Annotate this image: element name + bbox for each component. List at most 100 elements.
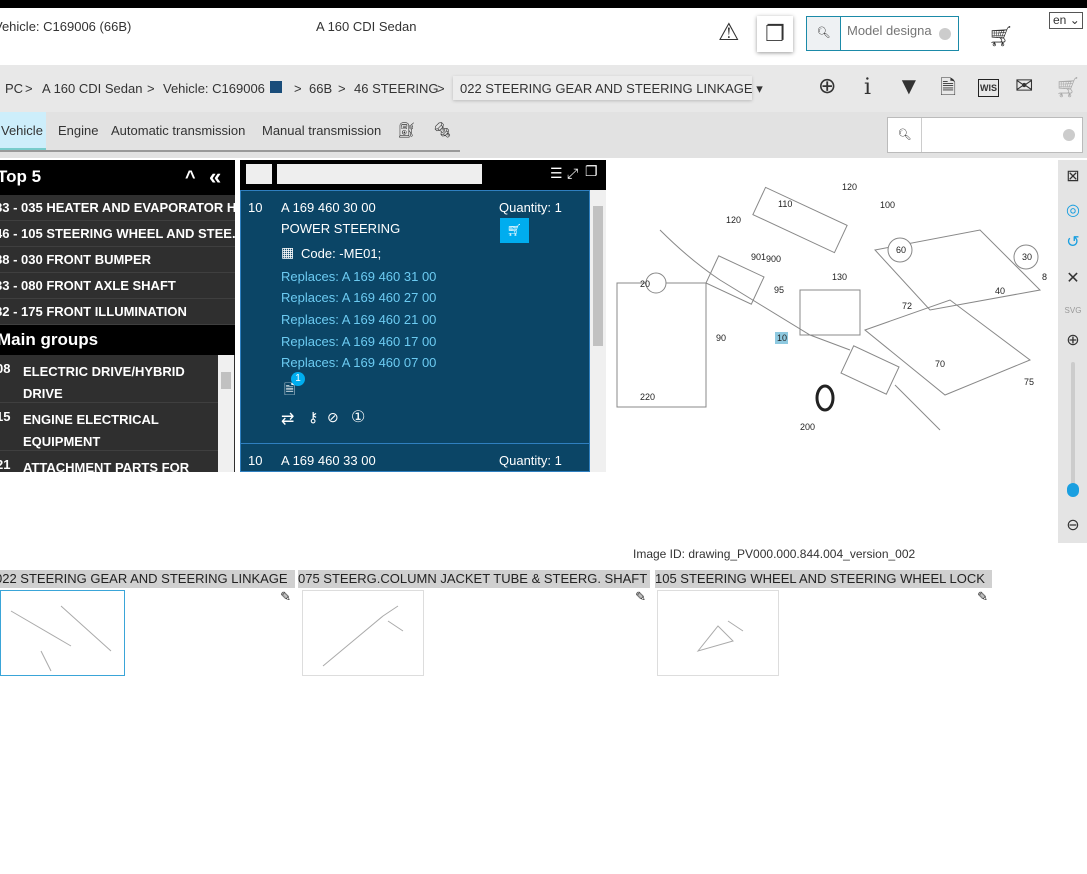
code-table-icon[interactable]: ▦	[281, 244, 294, 261]
scrollbar[interactable]	[590, 190, 606, 472]
paint-icon[interactable]: ⛽︎	[396, 112, 417, 150]
tab-underline	[0, 150, 460, 152]
main-group-item[interactable]: 08ELECTRIC DRIVE/HYBRID DRIVE	[0, 355, 218, 403]
model-search-input[interactable]	[847, 23, 937, 38]
add-to-cart-icon[interactable]: 🛒︎	[988, 24, 1013, 49]
breadcrumb-type[interactable]: 66B	[309, 81, 332, 96]
collapse-icon[interactable]: ^	[185, 160, 196, 194]
parts-search-input[interactable]	[928, 126, 1058, 141]
info-number-icon[interactable]: ①	[351, 407, 365, 427]
callout-110[interactable]: 110	[778, 199, 792, 209]
callout-8[interactable]: 8	[1042, 272, 1047, 282]
replaces-link[interactable]: Replaces: A 169 460 21 00	[281, 312, 436, 327]
main-group-item[interactable]: 15ENGINE ELECTRICAL EQUIPMENT	[0, 403, 218, 451]
callout-30[interactable]: 30	[1022, 252, 1032, 262]
cart-icon[interactable]: 🛒︎	[1055, 75, 1080, 100]
document-alert-icon[interactable]: 🗎	[940, 73, 956, 107]
replaces-link[interactable]: Replaces: A 169 460 31 00	[281, 269, 436, 284]
filter-input-small[interactable]	[246, 164, 272, 184]
breadcrumb-vehicle[interactable]: Vehicle: C169006	[163, 81, 265, 96]
top5-item[interactable]: 46 - 105 STEERING WHEEL AND STEE...	[0, 221, 235, 247]
mail-icon[interactable]: ✉	[1015, 73, 1033, 99]
clear-icon[interactable]	[1063, 129, 1075, 141]
top5-item[interactable]: 83 - 035 HEATER AND EVAPORATOR H...	[0, 195, 235, 221]
breadcrumb-pc[interactable]: PC	[5, 81, 23, 96]
zoom-slider[interactable]	[1071, 362, 1075, 492]
filter-icon[interactable]: ▼	[897, 73, 921, 101]
callout-90[interactable]: 90	[716, 333, 726, 343]
copy-icon[interactable]: ❐	[757, 16, 793, 52]
tab-vehicle[interactable]: Vehicle	[0, 112, 46, 150]
top5-item[interactable]: 33 - 080 FRONT AXLE SHAFT	[0, 273, 235, 299]
exploded-diagram[interactable]: 120 110 100 120 60 901 900 30 95 130 20 40 72 90 10 70 7…	[610, 160, 1058, 445]
callout-60[interactable]: 60	[896, 245, 906, 255]
expand-icon[interactable]: ⤢	[567, 165, 578, 182]
callout-72[interactable]: 72	[902, 301, 912, 311]
thumbnail-steering-column[interactable]	[302, 590, 424, 676]
thumbnail-steering-wheel[interactable]	[657, 590, 779, 676]
no-paint-icon[interactable]: ⊘	[327, 409, 339, 426]
replaces-link[interactable]: Replaces: A 169 460 27 00	[281, 290, 436, 305]
filter-input[interactable]	[277, 164, 482, 184]
replaces-link[interactable]: Replaces: A 169 460 17 00	[281, 334, 436, 349]
replaces-link[interactable]: Replaces: A 169 460 07 00	[281, 355, 436, 370]
hide-panel-icon[interactable]: «	[209, 160, 221, 194]
zoom-out-icon[interactable]: ⊖	[1062, 515, 1084, 537]
key-icon[interactable]: ⚷	[308, 409, 318, 426]
part-name: POWER STEERING	[281, 221, 401, 236]
svg-icon[interactable]: SVG	[1062, 300, 1084, 322]
thumbnail-label[interactable]: 075 STEERG.COLUMN JACKET TUBE & STEERG. …	[298, 570, 650, 604]
callout-220[interactable]: 220	[640, 392, 655, 402]
callout-20[interactable]: 20	[640, 279, 650, 289]
popout-icon[interactable]: ❐	[585, 163, 598, 180]
language-value: en	[1053, 13, 1067, 27]
tab-engine[interactable]: Engine	[57, 112, 99, 150]
thumbnail-label[interactable]: 105 STEERING WHEEL AND STEERING WHEEL LO…	[655, 570, 992, 604]
language-select[interactable]: en ⌄	[1049, 12, 1083, 29]
clear-icon[interactable]	[939, 28, 951, 40]
top5-item[interactable]: 82 - 175 FRONT ILLUMINATION	[0, 299, 235, 325]
callout-75[interactable]: 75	[1024, 377, 1034, 387]
zoom-in-icon[interactable]: ⊕	[1062, 330, 1084, 352]
close-diagram-icon[interactable]: ⊠	[1062, 166, 1084, 188]
breadcrumb-model[interactable]: A 160 CDI Sedan	[42, 81, 142, 96]
wis-icon[interactable]: WIS	[978, 79, 999, 97]
model-search[interactable]: 🔍︎	[806, 16, 959, 51]
history-icon[interactable]: ↺	[1062, 232, 1084, 254]
breadcrumb-group[interactable]: 46 STEERING	[354, 81, 439, 96]
info-icon[interactable]: i	[864, 75, 871, 100]
callout-130[interactable]: 130	[832, 272, 847, 282]
zoom-slider-handle[interactable]	[1067, 483, 1079, 497]
callout-120[interactable]: 120	[842, 182, 857, 192]
bolt-icon[interactable]: 🔩︎	[432, 112, 453, 150]
callout-900[interactable]: 900	[766, 254, 781, 264]
copy-vin-icon[interactable]	[270, 81, 282, 93]
zoom-in-icon[interactable]: ⊕	[818, 73, 836, 99]
interchange-icon[interactable]: ⇄	[281, 409, 294, 429]
callout-70[interactable]: 70	[935, 359, 945, 369]
unpin-icon[interactable]: ✕	[1062, 268, 1084, 290]
callout-95[interactable]: 95	[774, 285, 784, 295]
tab-automatic-transmission[interactable]: Automatic transmission	[110, 112, 246, 150]
warning-icon[interactable]: ⚠	[718, 20, 740, 46]
callout-100[interactable]: 100	[880, 200, 895, 210]
scrollbar[interactable]	[218, 355, 234, 472]
callout-901[interactable]: 901	[751, 252, 766, 262]
top5-item[interactable]: 88 - 030 FRONT BUMPER	[0, 247, 235, 273]
add-to-cart-button[interactable]: 🛒︎	[500, 218, 529, 243]
parts-search[interactable]: 🔍︎	[887, 117, 1083, 153]
part-quantity: Quantity: 1	[499, 453, 562, 468]
thumbnail-label[interactable]: 022 STEERING GEAR AND STEERING LINKAGE ✎	[0, 570, 295, 604]
part-row[interactable]: 10 A 169 460 30 00 POWER STEERING Quanti…	[241, 191, 589, 444]
tab-manual-transmission[interactable]: Manual transmission	[261, 112, 382, 150]
callout-40[interactable]: 40	[995, 286, 1005, 296]
edit-icon: ✎	[280, 589, 291, 604]
main-group-item[interactable]: 21ATTACHMENT PARTS FOR	[0, 451, 218, 472]
subgroup-dropdown[interactable]: 022 STEERING GEAR AND STEERING LINKAGE ▾	[453, 76, 763, 100]
callout-200[interactable]: 200	[800, 422, 815, 432]
callout-120[interactable]: 120	[726, 215, 741, 225]
thumbnail-steering-gear[interactable]	[0, 590, 125, 676]
callout-10[interactable]: 10	[777, 333, 787, 343]
list-view-icon[interactable]: ☰	[550, 165, 563, 182]
target-icon[interactable]: ◎	[1062, 200, 1084, 222]
